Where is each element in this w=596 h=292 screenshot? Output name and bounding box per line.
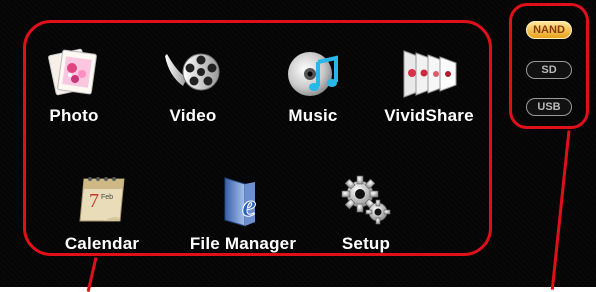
app-calendar-label: Calendar bbox=[64, 234, 140, 253]
calendar-month-text: Feb bbox=[101, 194, 113, 201]
app-vividshare-label: VividShare bbox=[384, 106, 474, 125]
svg-text:e: e bbox=[242, 187, 256, 223]
video-icon bbox=[165, 53, 220, 91]
app-photo[interactable]: Photo bbox=[19, 42, 129, 126]
photo-icon bbox=[48, 48, 97, 96]
music-icon bbox=[288, 52, 338, 96]
calendar-day-text: 7 bbox=[89, 190, 99, 212]
app-setup-label: Setup bbox=[341, 234, 391, 253]
storage-sd-button[interactable]: SD bbox=[526, 61, 572, 79]
app-video[interactable]: Video bbox=[138, 42, 248, 126]
app-video-label: Video bbox=[169, 106, 217, 125]
app-photo-label: Photo bbox=[49, 106, 99, 125]
calendar-icon: 7 Feb bbox=[79, 177, 125, 222]
app-file-manager[interactable]: e File Manager bbox=[188, 170, 298, 254]
app-setup[interactable]: Setup bbox=[311, 170, 421, 254]
app-music[interactable]: Music bbox=[258, 42, 368, 126]
file-manager-icon: e bbox=[224, 177, 257, 227]
app-file-manager-label: File Manager bbox=[189, 234, 297, 253]
app-calendar[interactable]: 7 Feb Calendar bbox=[47, 170, 157, 254]
vividshare-icon bbox=[403, 50, 457, 98]
device-screen: Photo Video Music VividShare 7 Feb Calen… bbox=[0, 0, 596, 292]
storage-callout-line bbox=[550, 130, 571, 290]
app-vividshare[interactable]: VividShare bbox=[374, 42, 484, 126]
setup-icon bbox=[341, 175, 391, 225]
storage-nand-button[interactable]: NAND bbox=[526, 21, 572, 39]
storage-usb-button[interactable]: USB bbox=[526, 98, 572, 116]
app-music-label: Music bbox=[288, 106, 338, 125]
